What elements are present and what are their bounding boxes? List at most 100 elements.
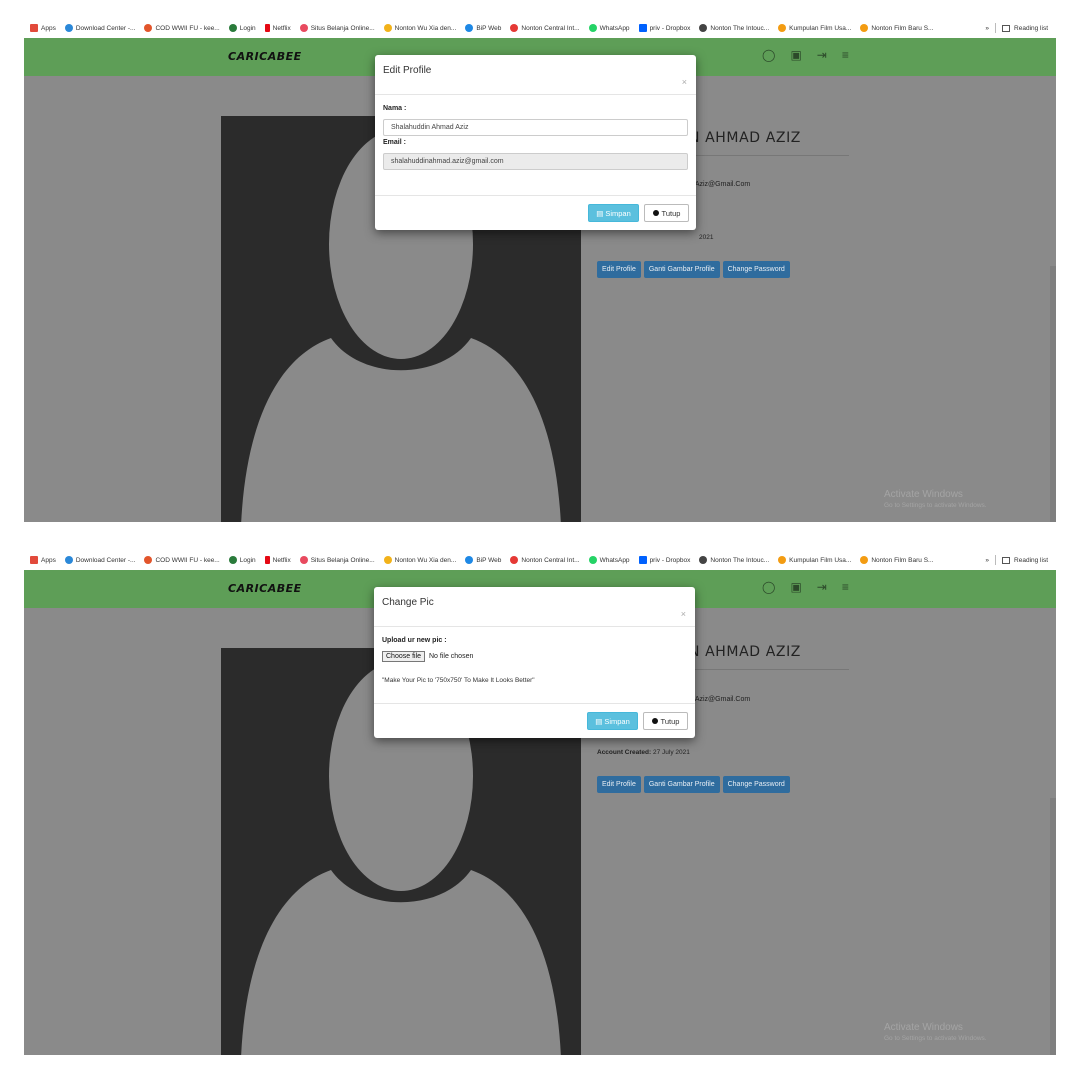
bookmark-icon (860, 556, 869, 564)
email-label: Email : (383, 139, 406, 146)
bookmark-item[interactable]: Nonton Wu Xia den... (383, 556, 456, 564)
reading-list-button[interactable]: Reading list (1014, 25, 1048, 32)
logout-icon[interactable]: ⇥ (817, 48, 827, 62)
bookmark-apps[interactable]: Apps (30, 24, 56, 32)
bookmark-item[interactable]: Nonton Central Int... (510, 556, 580, 564)
save-button[interactable]: ▤ Simpan (588, 204, 639, 222)
bookmark-item[interactable]: Netflix (264, 24, 291, 32)
modal-title: Change Pic (382, 597, 434, 608)
bookmark-item[interactable]: Login (228, 556, 256, 564)
scrollbar[interactable] (1050, 266, 1056, 522)
close-circle-icon (651, 718, 658, 724)
bookmark-item[interactable]: WhatsApp (588, 24, 630, 32)
bookmark-item[interactable]: Nonton The Intouc... (699, 556, 769, 564)
bookmark-icon (699, 556, 708, 564)
logout-icon[interactable]: ⇥ (817, 580, 827, 594)
separator (995, 555, 997, 565)
close-button[interactable]: Tutup (643, 712, 688, 730)
bookmark-item[interactable]: Kumpulan Film Usa... (778, 24, 851, 32)
bookmark-item[interactable]: WhatsApp (588, 556, 630, 564)
watermark-subtitle: Go to Settings to activate Windows. (884, 502, 987, 509)
change-picture-button[interactable]: Ganti Gambar Profile (643, 261, 720, 278)
reading-list-icon (1002, 24, 1011, 32)
close-button[interactable]: Tutup (644, 204, 689, 222)
brand-logo[interactable]: CARICABEE (228, 50, 302, 63)
user-icon[interactable]: ◯ (762, 48, 775, 62)
cart-icon[interactable]: ▣ (790, 580, 801, 594)
bookmark-item[interactable]: COD WWII FU - kee... (144, 24, 220, 32)
bookmark-item[interactable]: Download Center -... (64, 24, 135, 32)
profile-email: d.Aziz@Gmail.Com (689, 696, 751, 703)
bookmark-item[interactable]: Login (228, 24, 256, 32)
change-password-button[interactable]: Change Password (722, 261, 790, 278)
menu-icon[interactable]: ≡ (842, 580, 849, 594)
netflix-icon (264, 24, 270, 32)
bookmark-item[interactable]: Kumpulan Film Usa... (778, 556, 851, 564)
bookmark-icon (510, 24, 519, 32)
profile-name: N AHMAD AZIZ (689, 130, 802, 146)
bookmark-apps[interactable]: Apps (30, 556, 56, 564)
bookmark-item[interactable]: Nonton The Intouc... (699, 24, 769, 32)
bookmark-icon (64, 556, 73, 564)
bookmark-icon (465, 24, 474, 32)
account-created: Account Created: 27 July 2021 (597, 749, 690, 756)
bookmarks-right: » Reading list (985, 18, 1048, 38)
dropbox-icon (638, 556, 647, 564)
close-icon[interactable]: × (681, 609, 686, 619)
watermark-title: Activate Windows (884, 1022, 963, 1033)
bookmark-item[interactable]: Nonton Film Baru S... (860, 24, 933, 32)
user-icon[interactable]: ◯ (762, 580, 775, 594)
bookmark-item[interactable]: BiP Web (465, 556, 501, 564)
watermark-subtitle: Go to Settings to activate Windows. (884, 1035, 987, 1042)
more-bookmarks-button[interactable]: » (985, 557, 989, 564)
bookmarks-right: » Reading list (985, 550, 1048, 570)
bookmark-icon (778, 24, 787, 32)
file-status: No file chosen (429, 653, 474, 660)
bookmark-icon (228, 556, 237, 564)
bookmark-item[interactable]: Situs Belanja Online... (299, 24, 375, 32)
bookmark-item[interactable]: Situs Belanja Online... (299, 556, 375, 564)
bookmark-icon (64, 24, 73, 32)
account-created-date: 2021 (699, 234, 714, 241)
bookmark-item[interactable]: priv - Dropbox (638, 24, 690, 32)
change-password-button[interactable]: Change Password (722, 776, 790, 793)
bookmark-item[interactable]: Netflix (264, 556, 291, 564)
bookmark-item[interactable]: Download Center -... (64, 556, 135, 564)
profile-email: d.Aziz@Gmail.Com (689, 181, 751, 188)
choose-file-button[interactable]: Choose file (382, 651, 426, 662)
whatsapp-icon (588, 24, 597, 32)
close-icon[interactable]: × (682, 77, 687, 87)
reading-list-button[interactable]: Reading list (1014, 557, 1048, 564)
bookmark-item[interactable]: Nonton Central Int... (510, 24, 580, 32)
profile-actions: Edit Profile Ganti Gambar Profile Change… (597, 776, 790, 793)
bookmark-icon (144, 24, 153, 32)
edit-profile-button[interactable]: Edit Profile (597, 261, 641, 278)
brand-logo[interactable]: CARICABEE (228, 582, 302, 595)
bookmark-item[interactable]: Nonton Film Baru S... (860, 556, 933, 564)
bookmarks-bar: Apps Download Center -... COD WWII FU - … (24, 18, 1056, 38)
bookmark-item[interactable]: COD WWII FU - kee... (144, 556, 220, 564)
nav-icons: ◯ ▣ ⇥ ≡ (762, 580, 849, 594)
account-created-date: 27 July 2021 (653, 749, 690, 756)
profile-actions: Edit Profile Ganti Gambar Profile Change… (597, 261, 790, 278)
whatsapp-icon (588, 556, 597, 564)
bookmark-item[interactable]: priv - Dropbox (638, 556, 690, 564)
cart-icon[interactable]: ▣ (790, 48, 801, 62)
dropbox-icon (638, 24, 647, 32)
bookmarks-bar: Apps Download Center -... COD WWII FU - … (24, 550, 1056, 570)
modal-footer: ▤ Simpan Tutup (374, 703, 695, 738)
modal-header: Edit Profile × (375, 55, 696, 95)
netflix-icon (264, 556, 270, 564)
more-bookmarks-button[interactable]: » (985, 25, 989, 32)
bookmark-item[interactable]: Nonton Wu Xia den... (383, 24, 456, 32)
bookmark-item[interactable]: BiP Web (465, 24, 501, 32)
bookmark-icon (383, 24, 392, 32)
bookmark-icon (860, 24, 869, 32)
upload-hint: "Make Your Pic to '750x750' To Make It L… (382, 677, 535, 684)
name-field[interactable]: Shalahuddin Ahmad Aziz (383, 119, 688, 136)
menu-icon[interactable]: ≡ (842, 48, 849, 62)
save-button[interactable]: ▤ Simpan (587, 712, 638, 730)
scrollbar[interactable] (1050, 798, 1056, 1055)
edit-profile-button[interactable]: Edit Profile (597, 776, 641, 793)
change-picture-button[interactable]: Ganti Gambar Profile (643, 776, 720, 793)
